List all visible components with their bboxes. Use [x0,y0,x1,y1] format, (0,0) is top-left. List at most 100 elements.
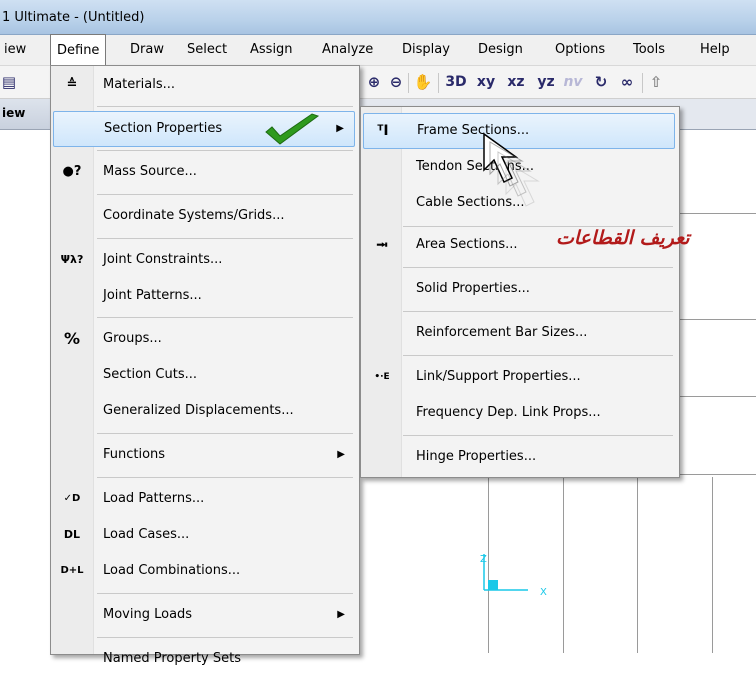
menu-separator [97,593,353,594]
menu-item-reinforcement-bar-sizes[interactable]: Reinforcement Bar Sizes... [363,316,675,350]
link-support-icon: •⋅E [374,372,390,382]
menu-separator [97,106,353,107]
toolbar-separator [408,73,409,93]
zoom-out-icon[interactable]: ⊖ [386,70,406,94]
mouse-cursor-icon [483,132,540,207]
check-mark-icon [265,113,320,145]
menu-help[interactable]: Help [694,35,736,65]
grid-line [672,319,756,320]
menu-item-label: Hinge Properties... [416,449,537,464]
mass-source-icon: ●? [62,164,82,179]
menu-separator [403,355,673,356]
menu-item-load-patterns[interactable]: ✓D Load Patterns... [53,482,355,516]
menu-item-label: Coordinate Systems/Grids... [103,208,285,223]
menu-item-load-cases[interactable]: DL Load Cases... [53,518,355,552]
menu-options[interactable]: Options [549,35,611,65]
perspective-icon[interactable]: ∞ [616,70,638,94]
menu-assign[interactable]: Assign [244,35,299,65]
grid-line [672,213,756,214]
pan-hand-icon[interactable]: ✋ [412,70,434,94]
menu-item-label: Named Property Sets [103,651,241,666]
grid-line [637,477,638,653]
menu-item-joint-patterns[interactable]: Joint Patterns... [53,279,355,313]
submenu-arrow-icon: ▶ [337,609,345,620]
menu-item-label: Moving Loads [103,607,193,622]
svg-text:Z: Z [480,554,487,565]
window-title: 1 Ultimate - (Untitled) [2,10,145,25]
annotation-label: تعريف القطاعات [556,227,690,249]
menu-item-groups[interactable]: % Groups... [53,322,355,356]
toolbar-separator [438,73,439,93]
menu-item-label: Frequency Dep. Link Props... [416,405,601,420]
axis-triad-icon: Z X [480,554,547,598]
view-nv-button[interactable]: nv [562,70,584,94]
menu-item-section-cuts[interactable]: Section Cuts... [53,358,355,392]
menu-item-label: Load Cases... [103,527,190,542]
menu-item-link-support-properties[interactable]: •⋅E Link/Support Properties... [363,360,675,394]
menu-item-solid-properties[interactable]: Solid Properties... [363,272,675,306]
menu-item-label: Mass Source... [103,164,197,179]
menu-item-functions[interactable]: Functions ▶ [53,438,355,472]
frame-sections-icon: ᵀI [377,123,389,139]
menu-item-label: Functions [103,447,166,462]
menu-tools[interactable]: Tools [627,35,671,65]
menu-display[interactable]: Display [396,35,456,65]
menu-analyze[interactable]: Analyze [316,35,379,65]
grid-line [712,477,713,653]
joint-constraints-icon: Ψλ? [60,253,84,266]
view-xy-button[interactable]: xy [474,70,498,94]
load-combinations-icon: D+L [60,565,84,576]
area-sections-icon: ⭲ [376,236,388,254]
save-icon[interactable]: ▤ [0,70,18,94]
menu-item-label: Groups... [103,331,162,346]
menu-item-label: Joint Constraints... [103,252,223,267]
menu-item-label: Area Sections... [416,237,518,252]
menu-item-mass-source[interactable]: ●? Mass Source... [53,155,355,189]
rotate-icon[interactable]: ↻ [590,70,612,94]
menu-design[interactable]: Design [472,35,529,65]
menu-item-label: Solid Properties... [416,281,530,296]
menu-item-joint-constraints[interactable]: Ψλ? Joint Constraints... [53,243,355,277]
svg-text:X: X [540,587,547,598]
grid-line [563,477,564,653]
menu-item-label: Materials... [103,77,175,92]
title-bar: 1 Ultimate - (Untitled) [0,0,756,35]
menu-separator [97,433,353,434]
submenu-arrow-icon: ▶ [336,123,344,134]
load-patterns-icon: ✓D [63,493,81,504]
menu-item-moving-loads[interactable]: Moving Loads ▶ [53,598,355,632]
menu-item-hinge-properties[interactable]: Hinge Properties... [363,440,675,474]
menu-item-label: Generalized Displacements... [103,403,294,418]
toolbar-separator [642,73,643,93]
menu-item-label: Load Combinations... [103,563,241,578]
load-cases-icon: DL [63,528,81,541]
view-3d-button[interactable]: 3D [444,70,468,94]
menu-item-frequency-dep-link-props[interactable]: Frequency Dep. Link Props... [363,396,675,430]
view-xz-button[interactable]: xz [504,70,528,94]
menu-define[interactable]: Define [50,34,107,65]
menu-separator [403,267,673,268]
menu-item-coordinate-systems[interactable]: Coordinate Systems/Grids... [53,199,355,233]
menu-item-materials[interactable]: ≙ Materials... [53,68,355,102]
menu-separator [97,477,353,478]
menu-separator [403,311,673,312]
groups-icon: % [63,329,81,348]
submenu-arrow-icon: ▶ [337,449,345,460]
menu-view[interactable]: iew [0,35,32,65]
menu-separator [97,150,353,151]
menu-item-label: Joint Patterns... [103,288,202,303]
menu-item-label: Section Cuts... [103,367,198,382]
menu-item-label: Load Patterns... [103,491,205,506]
menu-select[interactable]: Select [181,35,233,65]
menu-item-generalized-displacements[interactable]: Generalized Displacements... [53,394,355,428]
up-arrow-icon[interactable]: ⇧ [646,70,666,94]
menu-item-label: Section Properties [104,121,223,136]
menu-item-named-property-sets[interactable]: Named Property Sets [53,642,355,676]
menu-item-load-combinations[interactable]: D+L Load Combinations... [53,554,355,588]
menu-draw[interactable]: Draw [124,35,170,65]
zoom-in-icon[interactable]: ⊕ [364,70,384,94]
view-yz-button[interactable]: yz [534,70,558,94]
menu-separator [403,435,673,436]
menu-separator [97,238,353,239]
menu-separator [97,637,353,638]
